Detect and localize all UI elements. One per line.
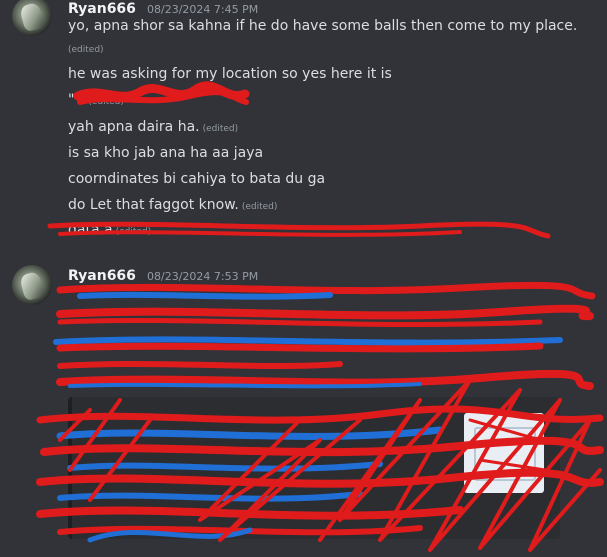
embed-accent-bar bbox=[68, 397, 72, 539]
link-embed[interactable] bbox=[68, 397, 560, 539]
avatar[interactable] bbox=[12, 0, 52, 36]
edited-label: (edited) bbox=[202, 124, 239, 134]
redaction-stroke bbox=[57, 361, 343, 369]
message-line: yo, apna shor sa kahna if he do have som… bbox=[68, 18, 577, 34]
message-header: Ryan666 08/23/2024 7:45 PM bbox=[68, 0, 258, 17]
message-text: he was asking for my location so yes her… bbox=[68, 66, 392, 82]
message-text: do Let that faggot know. bbox=[68, 197, 239, 213]
redaction-stroke bbox=[68, 382, 422, 389]
edited-label: (edited) bbox=[88, 97, 124, 107]
timestamp[interactable]: 08/23/2024 7:53 PM bbox=[147, 270, 258, 283]
message-line: is sa kho jab ana ha aa jaya bbox=[68, 145, 263, 161]
redaction-stroke bbox=[56, 304, 594, 321]
message-text: data a bbox=[68, 222, 113, 238]
avatar-image bbox=[18, 270, 46, 302]
message-text: coorndinates bi cahiya to bata du ga bbox=[68, 171, 326, 187]
redaction-stroke bbox=[56, 369, 594, 390]
message-line: coorndinates bi cahiya to bata du ga bbox=[68, 171, 325, 187]
edited-label: (edited) bbox=[115, 227, 152, 237]
message-line: data a (edited) bbox=[68, 222, 151, 238]
avatar[interactable] bbox=[12, 265, 52, 305]
message-text: is sa kho jab ana ha aa jaya bbox=[68, 145, 264, 161]
timestamp[interactable]: 08/23/2024 7:45 PM bbox=[147, 3, 258, 16]
message-line: he was asking for my location so yes her… bbox=[68, 66, 392, 82]
avatar-image bbox=[18, 1, 46, 33]
message-line: " " (edited) bbox=[68, 92, 124, 108]
message-text: yo, apna shor sa kahna if he do have som… bbox=[68, 18, 578, 34]
message-line: do Let that faggot know. (edited) bbox=[68, 197, 277, 213]
redaction-stroke bbox=[53, 336, 563, 346]
message-line: yah apna daira ha. (edited) bbox=[68, 119, 238, 135]
redaction-stroke bbox=[56, 342, 544, 353]
message-text: " " bbox=[68, 92, 86, 108]
message-line: (edited) bbox=[68, 40, 104, 56]
message-header: Ryan666 08/23/2024 7:53 PM bbox=[68, 265, 258, 284]
map-thumbnail-icon bbox=[474, 427, 536, 481]
message-text: yah apna daira ha. bbox=[68, 119, 200, 135]
redaction-stroke bbox=[77, 291, 333, 300]
redaction-stroke bbox=[56, 281, 596, 300]
redaction-stroke bbox=[57, 317, 543, 328]
edited-label: (edited) bbox=[241, 202, 278, 212]
username[interactable]: Ryan666 bbox=[68, 1, 136, 17]
embed-thumbnail[interactable] bbox=[464, 413, 544, 493]
edited-label: (edited) bbox=[68, 45, 104, 55]
username[interactable]: Ryan666 bbox=[68, 268, 136, 284]
